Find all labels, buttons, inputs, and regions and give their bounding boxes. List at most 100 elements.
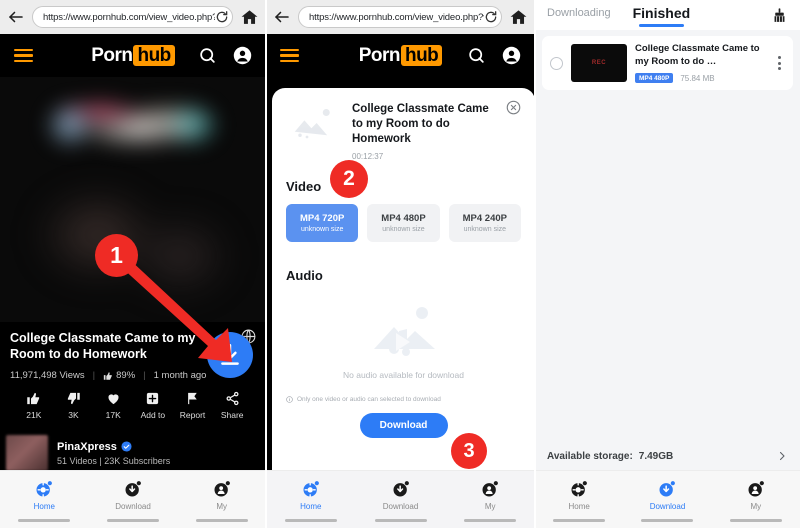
stats-divider-1: | [92, 370, 96, 381]
quality-option-480p[interactable]: MP4 480P unknown size [367, 204, 440, 242]
tab-finished[interactable]: Finished [633, 5, 690, 27]
header-actions [198, 46, 252, 65]
report-button[interactable]: Report [173, 391, 213, 420]
add-to-playlist-icon [147, 392, 159, 405]
url-input[interactable]: https://www.pornhub.com/view_video.php?v… [32, 6, 233, 28]
audio-empty-text: No audio available for download [343, 370, 464, 380]
sheet-header: College Classmate Came to my Room to do … [286, 102, 521, 161]
like-button[interactable]: 21K [14, 391, 54, 420]
nav-download[interactable]: Download [89, 479, 178, 511]
broom-clean-icon[interactable] [771, 7, 788, 24]
reload-icon[interactable] [484, 10, 498, 24]
video-frame-blur-top [33, 89, 236, 161]
download-item[interactable]: REC College Classmate Came to my Room to… [542, 36, 793, 90]
storage-row[interactable]: Available storage: 7.49GB [535, 442, 800, 470]
browser-address-bar: https://www.pornhub.com/view_video.php?v… [0, 0, 266, 34]
nav-my-label-2: My [484, 502, 496, 511]
home-nav-icon [36, 481, 53, 498]
account-icon[interactable] [502, 46, 521, 65]
tab-downloading[interactable]: Downloading [547, 7, 611, 23]
channel-stats: 51 Videos | 23K Subscribers [57, 455, 171, 466]
quality-option-720p[interactable]: MP4 720P unknown size [286, 204, 359, 242]
browser-address-bar-2: https://www.pornhub.com/view_video.php?v… [266, 0, 535, 34]
sheet-title-block: College Classmate Came to my Room to do … [352, 102, 499, 161]
more-vertical-icon[interactable] [774, 56, 785, 70]
nav-download-3[interactable]: Download [623, 479, 711, 511]
download-bottom-sheet: College Classmate Came to my Room to do … [272, 88, 535, 470]
search-icon[interactable] [467, 46, 486, 65]
video-action-bar: 21K 3K 17K Add to Report Share [10, 381, 256, 429]
bottom-nav-panel2: Home Download My [266, 470, 535, 528]
upload-age: 1 month ago [153, 370, 207, 381]
sheet-video-duration: 00:12:37 [352, 152, 384, 161]
downloads-list-body: REC College Classmate Came to my Room to… [535, 30, 800, 470]
quality-720p-size: unknown size [300, 226, 344, 233]
quality-option-240p[interactable]: MP4 240P unknown size [448, 204, 521, 242]
nav-download-label: Download [115, 502, 151, 511]
nav-home-2[interactable]: Home [266, 479, 356, 511]
quality-240p-name: MP4 240P [462, 213, 507, 224]
nav-my-3[interactable]: My [712, 479, 800, 511]
favorite-button[interactable]: 17K [93, 391, 133, 420]
home-icon[interactable] [509, 8, 528, 27]
nav-home[interactable]: Home [0, 479, 89, 511]
back-arrow-icon[interactable] [273, 8, 291, 26]
dislike-button[interactable]: 3K [54, 391, 94, 420]
item-file-size: 75.84 MB [680, 73, 715, 83]
share-button[interactable]: Share [212, 391, 252, 420]
url-input-2[interactable]: https://www.pornhub.com/view_video.php?v… [298, 6, 502, 28]
quality-240p-size: unknown size [463, 226, 507, 233]
favorite-count: 17K [105, 410, 121, 420]
sheet-download-button[interactable]: Download [359, 413, 448, 438]
thumbs-up-icon [27, 392, 40, 405]
item-info: College Classmate Came to my Room to do … [635, 43, 766, 83]
bottom-nav-panel3: Home Download My [535, 470, 800, 528]
callout-3: 3 [451, 433, 487, 469]
hamburger-menu-icon[interactable] [280, 48, 299, 63]
add-to-button[interactable]: Add to [133, 391, 173, 420]
downloads-tab-bar: Downloading Finished [535, 0, 800, 30]
nav-home-label-3: Home [568, 502, 590, 511]
search-icon[interactable] [198, 46, 217, 65]
account-icon[interactable] [233, 46, 252, 65]
chevron-right-icon[interactable] [776, 450, 788, 462]
gesture-bars-panel2 [266, 519, 535, 522]
site-header-2: Porn hub [266, 34, 535, 77]
radio-unchecked-icon[interactable] [550, 56, 563, 70]
nav-my-label: My [216, 502, 228, 511]
home-icon[interactable] [240, 8, 259, 27]
nav-home-label: Home [33, 502, 55, 511]
verified-badge-icon [121, 441, 132, 452]
thumbs-down-icon [67, 392, 80, 405]
add-to-label: Add to [140, 410, 166, 420]
selection-hint: Only one video or audio can selected to … [286, 396, 521, 403]
broken-image-icon [294, 109, 330, 139]
hamburger-menu-icon[interactable] [14, 48, 33, 63]
audio-empty-state: No audio available for download [286, 293, 521, 380]
nav-home-3[interactable]: Home [535, 479, 623, 511]
close-icon[interactable] [506, 100, 521, 115]
home-nav-icon [303, 481, 319, 498]
gesture-bars-panel1 [0, 519, 266, 522]
nav-download-2[interactable]: Download [356, 479, 446, 511]
download-nav-icon [659, 481, 676, 497]
nav-my-2[interactable]: My [445, 479, 535, 511]
item-thumbnail: REC [571, 44, 627, 82]
flag-icon [188, 392, 197, 405]
reload-icon[interactable] [215, 10, 229, 24]
selection-hint-text: Only one video or audio can selected to … [297, 396, 441, 403]
my-nav-icon [214, 481, 230, 497]
nav-my-label-3: My [750, 502, 762, 511]
callout-arrow-1 [120, 258, 232, 362]
storage-label: Available storage: [547, 450, 633, 462]
item-quality-badge: MP4 480P [635, 73, 674, 83]
item-thumbnail-label: REC [591, 60, 607, 66]
video-quality-options: MP4 720P unknown size MP4 480P unknown s… [286, 204, 521, 242]
back-arrow-icon[interactable] [7, 8, 25, 26]
my-nav-icon [748, 481, 764, 497]
nav-my[interactable]: My [177, 479, 266, 511]
download-nav-icon [125, 481, 141, 497]
item-meta: MP4 480P 75.84 MB [635, 73, 766, 83]
download-nav-icon [393, 481, 409, 497]
bottom-nav-panel1: Home Download My [0, 470, 266, 528]
